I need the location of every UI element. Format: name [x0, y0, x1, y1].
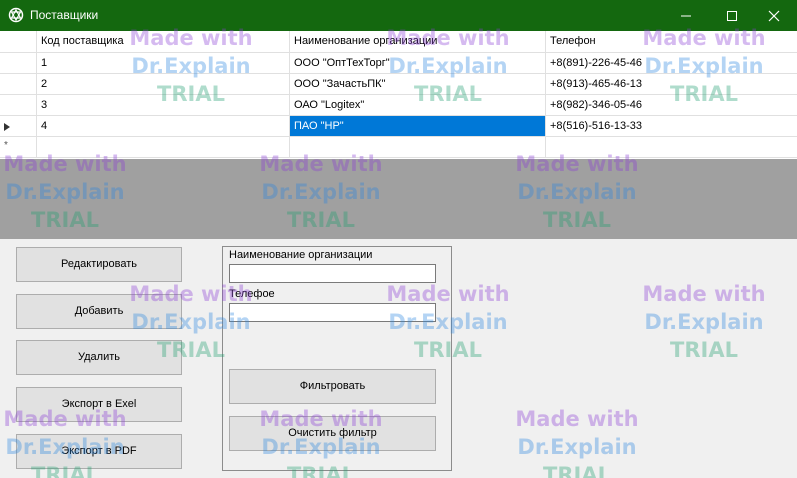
- cell-code[interactable]: 2: [37, 74, 290, 94]
- grid-empty-area: [0, 159, 797, 239]
- add-button[interactable]: Добавить: [16, 294, 182, 329]
- row-header[interactable]: *: [0, 137, 37, 157]
- watermark-line: Made with: [642, 282, 766, 306]
- cell-code[interactable]: 1: [37, 53, 290, 73]
- column-header-code[interactable]: Код поставщика: [37, 31, 290, 52]
- maximize-icon: [727, 11, 737, 21]
- cell-phone[interactable]: +8(913)-465-46-13: [546, 74, 797, 94]
- cell-code[interactable]: 4: [37, 116, 290, 136]
- current-row-arrow-icon: [4, 123, 10, 131]
- cell-name[interactable]: ОАО "Logitex": [290, 95, 546, 115]
- clear-filter-button[interactable]: Очистить фильтр: [229, 416, 436, 451]
- edit-button[interactable]: Редактировать: [16, 247, 182, 282]
- row-header[interactable]: [0, 95, 37, 115]
- export-pdf-button[interactable]: Экспорт в PDF: [16, 434, 182, 469]
- app-icon: [8, 7, 24, 23]
- cell-name[interactable]: ООО "ОптТехТорг": [290, 53, 546, 73]
- watermark-line: TRIAL: [670, 338, 738, 362]
- cell-code[interactable]: 3: [37, 95, 290, 115]
- watermark-line: Dr.Explain: [644, 310, 764, 334]
- delete-button[interactable]: Удалить: [16, 340, 182, 375]
- new-row-asterisk-icon: *: [4, 140, 8, 151]
- minimize-button[interactable]: [663, 0, 709, 31]
- phone-filter-input[interactable]: [229, 303, 436, 322]
- cell-phone[interactable]: +8(891)-226-45-46: [546, 53, 797, 73]
- cell-phone[interactable]: +8(516)-516-13-33: [546, 116, 797, 136]
- cell-phone-new[interactable]: [546, 137, 797, 157]
- watermark: Made with Dr.Explain TRIAL: [639, 280, 769, 364]
- table-row[interactable]: 1 ООО "ОптТехТорг" +8(891)-226-45-46: [0, 53, 797, 74]
- watermark-line: Made with: [515, 407, 639, 431]
- close-icon: [768, 10, 780, 22]
- row-header[interactable]: [0, 116, 37, 136]
- cell-phone[interactable]: +8(982)-346-05-46: [546, 95, 797, 115]
- phone-filter-label: Телефое: [229, 288, 275, 300]
- suppliers-grid[interactable]: Код поставщика Наименование организации …: [0, 31, 797, 159]
- org-filter-input[interactable]: [229, 264, 436, 283]
- export-excel-button[interactable]: Экспорт в Exel: [16, 387, 182, 422]
- table-row[interactable]: 2 ООО "ЗачастьПК" +8(913)-465-46-13: [0, 74, 797, 95]
- cell-code-new[interactable]: [37, 137, 290, 157]
- window-title: Поставщики: [30, 8, 99, 22]
- column-header-phone[interactable]: Телефон: [546, 31, 797, 52]
- title-bar: Поставщики: [0, 0, 797, 31]
- table-row[interactable]: 3 ОАО "Logitex" +8(982)-346-05-46: [0, 95, 797, 116]
- table-row-current[interactable]: 4 ПАО "HP" +8(516)-516-13-33: [0, 116, 797, 137]
- maximize-button[interactable]: [709, 0, 755, 31]
- org-filter-label: Наименование организации: [229, 249, 373, 261]
- table-row-new[interactable]: *: [0, 137, 797, 158]
- column-header-name[interactable]: Наименование организации: [290, 31, 546, 52]
- watermark-line: Dr.Explain: [517, 435, 637, 459]
- row-header-corner: [0, 31, 37, 52]
- watermark-line: TRIAL: [543, 463, 611, 478]
- grid-header-row: Код поставщика Наименование организации …: [0, 31, 797, 53]
- cell-name[interactable]: ООО "ЗачастьПК": [290, 74, 546, 94]
- cell-name-selected[interactable]: ПАО "HP": [290, 116, 546, 136]
- cell-name-new[interactable]: [290, 137, 546, 157]
- row-header[interactable]: [0, 74, 37, 94]
- minimize-icon: [681, 15, 691, 17]
- row-header[interactable]: [0, 53, 37, 73]
- watermark: Made with Dr.Explain TRIAL: [512, 405, 642, 478]
- filter-button[interactable]: Фильтровать: [229, 369, 436, 404]
- close-button[interactable]: [751, 0, 797, 31]
